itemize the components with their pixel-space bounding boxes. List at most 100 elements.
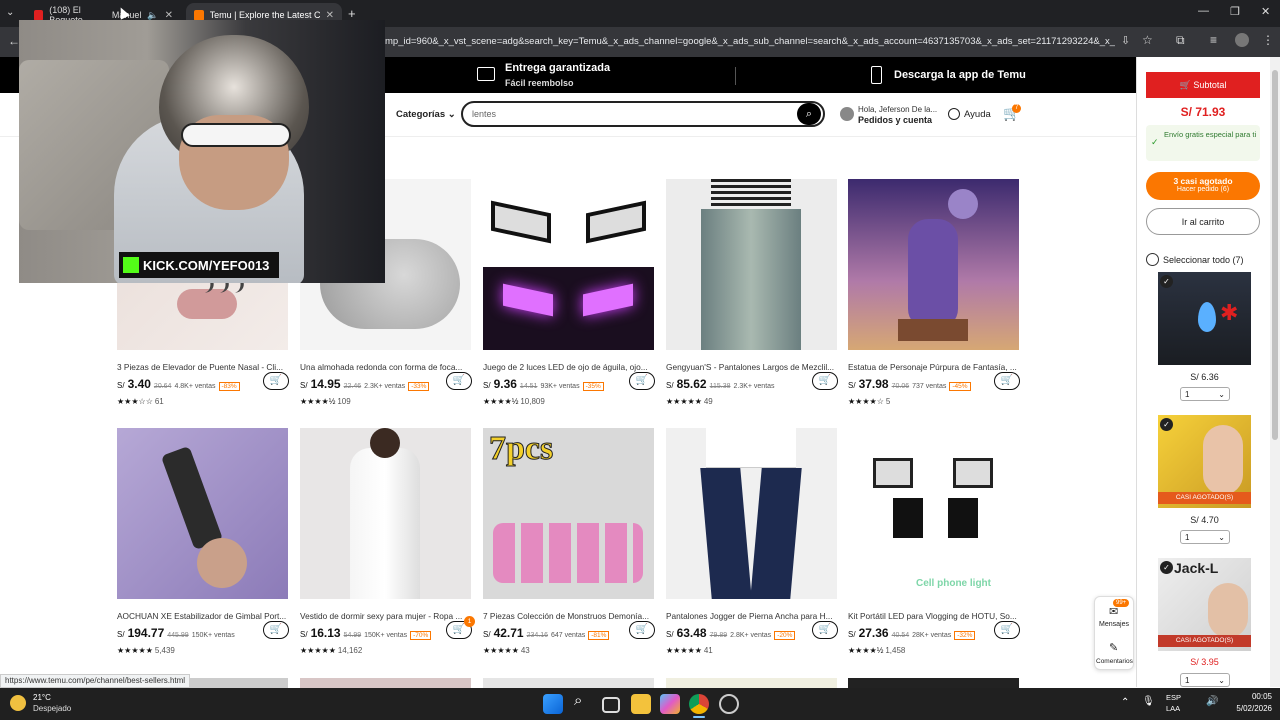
product-title[interactable]: Pantalones Jogger de Pierna Ancha para H…: [666, 611, 837, 621]
cart-add-icon: 🛒: [269, 624, 283, 635]
phone-icon: [871, 66, 882, 84]
kick-overlay-text: KICK.COM/YEFO013: [143, 258, 270, 273]
chrome-icon[interactable]: [689, 694, 709, 714]
product-title[interactable]: 3 Piezas de Elevador de Puente Nasal - C…: [117, 362, 288, 372]
cart-item-price: S/ 4.70: [1190, 515, 1219, 525]
clock-date[interactable]: 5/02/2026: [1226, 704, 1272, 713]
product-card[interactable]: Cell phone light Kit Portátil LED para V…: [848, 428, 1020, 655]
product-image[interactable]: [300, 428, 471, 599]
lang-code[interactable]: ESP: [1166, 693, 1181, 702]
show-hidden-icons[interactable]: ⌃: [1121, 697, 1129, 708]
add-to-cart-button[interactable]: 🛒: [263, 372, 289, 390]
product-title[interactable]: Estatua de Personaje Púrpura de Fantasía…: [848, 362, 1019, 372]
product-card[interactable]: Pantalones Jogger de Pierna Ancha para H…: [666, 428, 838, 655]
task-view-icon[interactable]: [602, 697, 620, 713]
product-card[interactable]: AOCHUAN XE Estabilizador de Gimbal Port.…: [117, 428, 289, 655]
copilot-icon[interactable]: [660, 694, 680, 714]
product-title[interactable]: AOCHUAN XE Estabilizador de Gimbal Port.…: [117, 611, 288, 621]
review-count: 41: [703, 646, 713, 655]
product-image[interactable]: [666, 678, 837, 688]
product-card[interactable]: Vestido de dormir sexy para mujer - Ropa…: [300, 428, 475, 655]
product-card[interactable]: 7pcs 7 Piezas Colección de Monstruos Dem…: [483, 428, 655, 655]
product-title[interactable]: Gengyuan'S - Pantalones Largos de Mezcli…: [666, 362, 837, 372]
messages-button[interactable]: ✉ 99+ Mensajes ✎ Comentarios: [1094, 596, 1134, 670]
bookmark-star-icon[interactable]: ☆: [1142, 33, 1153, 47]
weather-temp[interactable]: 21°C: [33, 693, 51, 702]
search-icon[interactable]: ⌕: [574, 692, 582, 709]
product-card[interactable]: Gengyuan'S - Pantalones Largos de Mezcli…: [666, 179, 838, 406]
product-image[interactable]: Cell phone light: [848, 428, 1019, 599]
app-icon[interactable]: [719, 694, 739, 714]
weather-desc[interactable]: Despejado: [33, 704, 71, 713]
lang-layout[interactable]: LAA: [1166, 704, 1180, 713]
select-all-checkbox[interactable]: [1146, 253, 1159, 266]
mic-icon[interactable]: 🎙: [1142, 696, 1155, 707]
product-title[interactable]: Vestido de dormir sexy para mujer - Ropa…: [300, 611, 471, 621]
add-to-cart-button[interactable]: 🛒: [812, 621, 838, 639]
select-all-label[interactable]: Seleccionar todo (7): [1163, 255, 1244, 265]
extensions-icon[interactable]: ⧉: [1176, 33, 1185, 48]
search-button[interactable]: ⌕: [797, 103, 821, 125]
product-image[interactable]: 7pcs: [483, 428, 654, 599]
add-to-cart-button[interactable]: 🛒: [629, 621, 655, 639]
review-count: 61: [154, 397, 164, 406]
product-title[interactable]: Kit Portátil LED para Vlogging de HOTU, …: [848, 611, 1019, 621]
cart-item-image[interactable]: ✱: [1158, 272, 1251, 365]
product-image[interactable]: [483, 678, 654, 688]
quantity-select[interactable]: 1 ⌄: [1180, 673, 1230, 687]
product-title[interactable]: 7 Piezas Colección de Monstruos Demonía.…: [483, 611, 654, 621]
quantity-select[interactable]: 1 ⌄: [1180, 530, 1230, 544]
categories-menu[interactable]: Categorías ⌄: [396, 109, 456, 120]
url-field[interactable]: mp_id=960&_x_vst_scene=adg&search_key=Te…: [385, 31, 1115, 53]
search-input[interactable]: lentes: [461, 101, 825, 127]
product-image[interactable]: [483, 179, 654, 350]
add-to-cart-button[interactable]: 🛒: [629, 372, 655, 390]
close-window-icon[interactable]: ✕: [1261, 5, 1270, 18]
product-image[interactable]: [300, 678, 471, 688]
menu-icon[interactable]: ⋮: [1262, 33, 1274, 47]
maximize-icon[interactable]: ❐: [1230, 5, 1240, 18]
item-check-icon[interactable]: ✓: [1160, 561, 1173, 574]
add-to-cart-button[interactable]: 🛒: [446, 372, 472, 390]
media-icon[interactable]: ≡: [1210, 33, 1217, 47]
install-icon[interactable]: ⇩: [1121, 34, 1130, 47]
greeting[interactable]: Hola, Jeferson De la...: [858, 105, 937, 114]
quantity-select[interactable]: 1 ⌄: [1180, 387, 1230, 401]
add-to-cart-button[interactable]: 🛒: [994, 372, 1020, 390]
tab-search-icon[interactable]: ⌄: [6, 7, 14, 18]
price: 3.40: [127, 377, 151, 391]
product-image[interactable]: [666, 428, 837, 599]
product-title[interactable]: Juego de 2 luces LED de ojo de águila, o…: [483, 362, 654, 372]
download-app-link[interactable]: Descarga la app de Temu: [894, 69, 1026, 81]
help-link[interactable]: Ayuda: [964, 109, 991, 120]
checkout-button[interactable]: 3 casi agotado Hacer pedido (6): [1146, 172, 1260, 200]
profile-icon[interactable]: [1235, 33, 1249, 47]
product-card[interactable]: Juego de 2 luces LED de ojo de águila, o…: [483, 179, 655, 406]
product-card[interactable]: Estatua de Personaje Púrpura de Fantasía…: [848, 179, 1020, 406]
add-to-cart-button[interactable]: 🛒: [812, 372, 838, 390]
rating: ★★★★★ 41: [666, 646, 838, 655]
cart-item-image[interactable]: CASI AGOTADO(S): [1158, 415, 1251, 508]
cart-item-image[interactable]: Jack-L CASI AGOTADO(S): [1158, 558, 1251, 651]
new-tab-icon[interactable]: +: [348, 6, 356, 21]
windows-start-icon[interactable]: [543, 694, 563, 714]
item-check-icon[interactable]: ✓: [1160, 418, 1173, 431]
product-image[interactable]: [117, 428, 288, 599]
minimize-icon[interactable]: —: [1198, 5, 1209, 17]
add-to-cart-button[interactable]: 🛒: [263, 621, 289, 639]
avatar[interactable]: [840, 107, 854, 121]
go-to-cart-button[interactable]: Ir al carrito: [1146, 208, 1260, 235]
product-image[interactable]: [666, 179, 837, 350]
item-check-icon[interactable]: ✓: [1160, 275, 1173, 288]
file-explorer-icon[interactable]: [631, 694, 651, 714]
close-tab-icon[interactable]: ✕: [165, 10, 173, 21]
volume-icon[interactable]: 🔊: [1206, 696, 1218, 707]
product-image[interactable]: [848, 179, 1019, 350]
product-image[interactable]: [848, 678, 1019, 688]
product-title[interactable]: Una almohada redonda con forma de foca..…: [300, 362, 471, 372]
scrollbar-thumb[interactable]: [1272, 70, 1278, 440]
close-tab-icon[interactable]: ✕: [326, 10, 334, 21]
add-to-cart-button[interactable]: 🛒: [994, 621, 1020, 639]
account-link[interactable]: Pedidos y cuenta: [858, 115, 932, 125]
clock-time[interactable]: 00:05: [1232, 692, 1272, 701]
